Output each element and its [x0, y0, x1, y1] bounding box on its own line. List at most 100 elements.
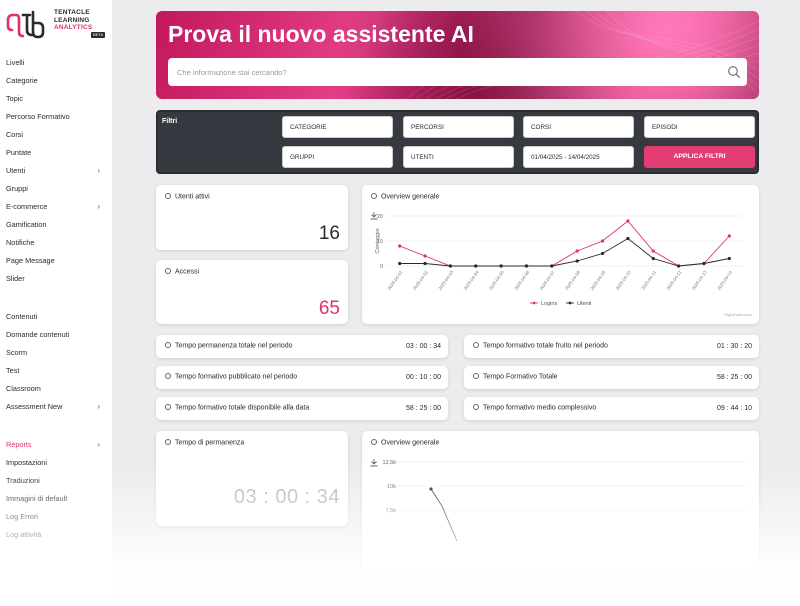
sidebar-item-corsi[interactable]: Corsi — [0, 126, 112, 144]
data-point-utenti — [702, 261, 706, 266]
time-row-title-wrap: Tempo formativo medio complessivo — [473, 404, 596, 412]
search-icon[interactable] — [727, 65, 741, 79]
time-row-card: Tempo permanenza totale nel periodo 03 : … — [156, 335, 448, 358]
data-point — [429, 487, 433, 491]
sidebar-item-label: E-commerce — [6, 202, 48, 211]
filter-utenti[interactable]: UTENTI — [403, 146, 514, 168]
sidebar-item-label: Log attività — [6, 530, 42, 539]
sidebar-item-log-errori[interactable]: Log Errori — [0, 508, 112, 526]
info-icon[interactable] — [165, 193, 171, 199]
sidebar-item-label: Test — [6, 366, 20, 375]
active-users-title: Utenti attivi — [175, 193, 210, 201]
sidebar-item-page-message[interactable]: Page Message — [0, 252, 112, 270]
sidebar-item-log-attivit-[interactable]: Log attività — [0, 526, 112, 544]
apply-filters-button[interactable]: APPLICA FILTRI — [644, 146, 755, 168]
nav-group-2: Contenuti Domande contenuti Scorm Test Class… — [0, 308, 112, 416]
sidebar-item-reports[interactable]: Reports › — [0, 436, 112, 454]
data-point-logins — [727, 234, 731, 238]
sidebar-item-test[interactable]: Test — [0, 362, 112, 380]
data-point-utenti — [600, 251, 605, 256]
filter-corsi[interactable]: CORSI — [523, 116, 634, 138]
sidebar-item-traduzioni[interactable]: Traduzioni — [0, 472, 112, 490]
time-row-title-wrap: Tempo formativo totale fruito nel period… — [473, 342, 608, 350]
sidebar-item-label: Classroom — [6, 384, 41, 393]
filters-title: Filtri — [162, 118, 178, 125]
sidebar-item-label: Slider — [6, 274, 25, 283]
logo-line-1: TENTACLE — [54, 9, 90, 16]
sidebar-item-e-commerce[interactable]: E-commerce › — [0, 198, 112, 216]
sidebar-item-label: Utenti — [6, 166, 26, 175]
filters-panel: Filtri CATEGORIE PERCORSI CORSI EPISODI … — [156, 110, 759, 174]
info-icon[interactable] — [473, 342, 479, 348]
sidebar-item-puntate[interactable]: Puntate — [0, 144, 112, 162]
data-point-utenti — [423, 261, 427, 266]
time-row-value: 09 : 44 : 10 — [716, 405, 752, 412]
sidebar-item-label: Impostazioni — [6, 458, 47, 467]
sidebar-item-impostazioni[interactable]: Impostazioni — [0, 454, 112, 472]
accesses-value: 65 — [318, 298, 340, 319]
time-row-card: Tempo formativo totale fruito nel period… — [464, 335, 759, 358]
sidebar-item-assessment-new[interactable]: Assessment New › — [0, 398, 112, 416]
sidebar-item-slider[interactable]: Slider — [0, 270, 112, 288]
overview-line-chart-2: 12,5k 10k 7,5k — [370, 459, 747, 542]
data-point-logins — [626, 219, 630, 223]
info-icon[interactable] — [473, 404, 479, 410]
sidebar-item-utenti[interactable]: Utenti › — [0, 162, 112, 180]
sidebar-item-livelli[interactable]: Livelli — [0, 54, 112, 72]
x-tick-label: 2025-04-03 — [437, 269, 454, 291]
info-icon[interactable] — [165, 439, 171, 445]
legend-label: Logins — [541, 301, 557, 307]
sidebar-item-scorm[interactable]: Scorm — [0, 344, 112, 362]
sidebar-item-label: Scorm — [6, 348, 28, 357]
time-row-card: Tempo formativo pubblicato nel periodo 00… — [156, 366, 448, 389]
data-point-utenti — [677, 264, 681, 268]
info-icon[interactable] — [165, 268, 171, 274]
filter-episodi[interactable]: EPISODI — [644, 116, 755, 138]
sidebar-item-domande-contenuti[interactable]: Domande contenuti — [0, 326, 112, 344]
legend-item-utenti[interactable]: Utenti — [566, 301, 591, 307]
time-permanence-title: Tempo di permanenza — [175, 439, 245, 447]
data-point-utenti — [550, 264, 554, 268]
sidebar-item-notifiche[interactable]: Notifiche — [0, 234, 112, 252]
sidebar-item-percorso-formativo[interactable]: Percorso Formativo — [0, 108, 112, 126]
accesses-card: Accessi 65 — [156, 260, 348, 324]
time-permanence-value: 03 : 00 : 34 — [233, 486, 340, 508]
info-icon[interactable] — [165, 373, 171, 379]
sidebar-item-classroom[interactable]: Classroom — [0, 380, 112, 398]
ai-search-box[interactable] — [168, 58, 747, 86]
data-point-utenti — [448, 264, 452, 268]
ai-assistant-banner: Prova il nuovo assistente AI — [156, 11, 759, 99]
info-icon[interactable] — [473, 373, 479, 379]
chart-credit: Highcharts.com — [724, 312, 752, 317]
x-tick-label: 2025-04-11 — [640, 269, 657, 290]
nav-group-1: Livelli Categorie Topic Percorso Formativo C… — [0, 54, 112, 288]
accesses-title: Accessi — [175, 268, 200, 276]
sidebar-item-categorie[interactable]: Categorie — [0, 72, 112, 90]
ai-search-input[interactable] — [168, 58, 708, 86]
sidebar-item-immagini-di-default[interactable]: Immagini di default — [0, 490, 112, 508]
download-arrow — [370, 459, 378, 467]
legend-item-logins[interactable]: Logins — [530, 301, 557, 307]
sidebar-item-label: Gamification — [6, 220, 47, 229]
x-tick-label: 2025-04-10 — [615, 269, 632, 291]
sidebar-item-label: Percorso Formativo — [6, 112, 70, 121]
nav-group-3: Reports › Impostazioni Traduzioni Immagini d… — [0, 436, 112, 544]
filter-categorie[interactable]: CATEGORIE — [282, 116, 393, 138]
info-icon[interactable] — [165, 342, 171, 348]
download-icon[interactable] — [370, 459, 378, 467]
sidebar-item-gruppi[interactable]: Gruppi — [0, 180, 112, 198]
filter-percorsi[interactable]: PERCORSI — [403, 116, 514, 138]
x-tick-label: 2025-04-08 — [564, 269, 581, 291]
info-icon[interactable] — [165, 404, 171, 410]
time-row-value: 58 : 25 : 00 — [405, 405, 441, 412]
logo-line-3: ANALYTICS — [54, 24, 93, 31]
sidebar-item-contenuti[interactable]: Contenuti — [0, 308, 112, 326]
sidebar-item-topic[interactable]: Topic — [0, 90, 112, 108]
sidebar-item-gamification[interactable]: Gamification — [0, 216, 112, 234]
time-row-value: 01 : 30 : 20 — [716, 343, 752, 350]
filter-date-range[interactable]: 01/04/2025 - 14/04/2025 — [523, 146, 634, 168]
filter-gruppi[interactable]: GRUPPI — [282, 146, 393, 168]
y-axis-label: Conteggio — [375, 228, 381, 253]
logo[interactable]: TENTACLE LEARNING ANALYTICS BETA — [6, 8, 106, 42]
sidebar-item-label: Topic — [6, 94, 24, 103]
